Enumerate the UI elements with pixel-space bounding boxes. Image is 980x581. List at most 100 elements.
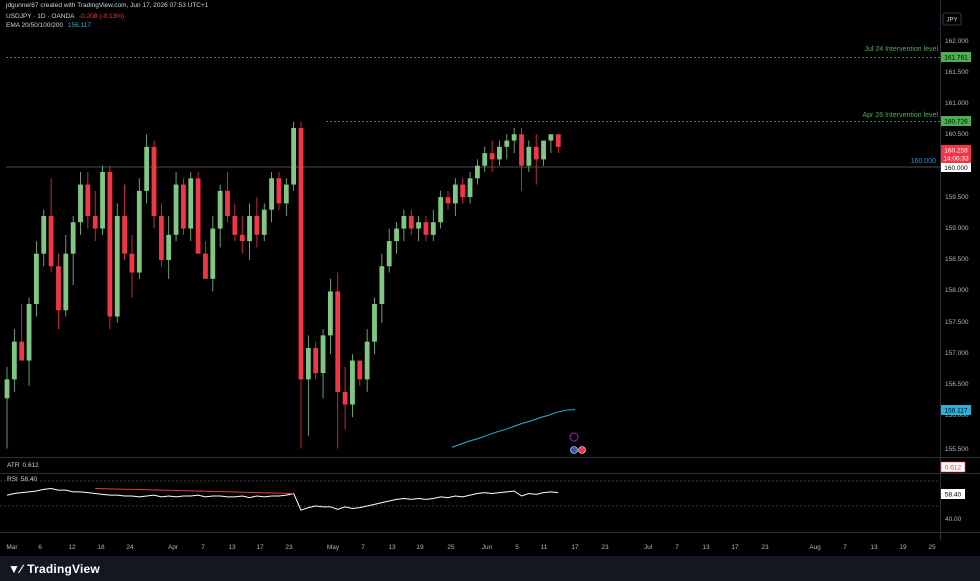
candle-body <box>78 184 83 223</box>
candle-body <box>210 228 216 279</box>
candle-body <box>85 184 91 216</box>
currency-label: JPY <box>946 18 957 24</box>
time-tick: 23 <box>285 544 293 551</box>
time-tick: 24 <box>126 544 134 551</box>
price-tick: 159.000 <box>945 225 969 232</box>
time-tick: 23 <box>601 544 609 551</box>
candle-body <box>386 241 392 267</box>
candle-body <box>19 341 25 361</box>
candle <box>136 178 142 279</box>
candle-body <box>526 146 532 166</box>
price-tick: 155.500 <box>945 446 969 453</box>
round-price-tag-text: 160.000 <box>944 165 968 172</box>
candle-body <box>269 178 274 210</box>
candle-body <box>291 127 297 185</box>
candle-body <box>467 178 473 198</box>
time-tick: 17 <box>731 544 739 551</box>
price-tick: 160.500 <box>945 131 969 138</box>
time-tick: 7 <box>361 544 365 551</box>
candle-body <box>114 215 120 317</box>
candle-body <box>335 291 341 392</box>
time-tick: 6 <box>38 544 42 551</box>
ema-legend: EMA 20/50/100/200 156.117 <box>6 22 91 29</box>
price-tick: 159.500 <box>945 194 969 201</box>
price-tick: 162.000 <box>945 38 969 45</box>
atr-tag-text: 0.612 <box>945 465 962 472</box>
time-tick: 13 <box>388 544 396 551</box>
candle-body <box>430 222 436 235</box>
candle <box>195 171 201 254</box>
time-tick: 23 <box>761 544 769 551</box>
symbol-name: USDJPY · 1D · OANDA <box>6 13 75 20</box>
candle-body <box>56 266 61 311</box>
candle-body <box>151 146 157 216</box>
candle <box>291 121 297 191</box>
candle-body <box>4 379 10 399</box>
time-tick: 25 <box>928 544 936 551</box>
time-tick: 17 <box>571 544 579 551</box>
candle-body <box>460 184 466 198</box>
candle-body <box>129 253 135 273</box>
jul24-intervention-label: Jul 24 Intervention level <box>864 46 938 53</box>
chart-root[interactable]: JPY 162.000 161.500 161.000 160.500 159.… <box>0 0 980 581</box>
candle-body <box>416 222 421 229</box>
time-tick: Jul <box>644 544 653 551</box>
ema-legend-value: 156.117 <box>67 22 91 29</box>
candle-body <box>497 146 502 160</box>
time-tick: 5 <box>515 544 519 551</box>
time-tick: 7 <box>843 544 847 551</box>
candle-body <box>519 134 524 166</box>
candle <box>181 178 186 235</box>
candle-body <box>92 215 98 229</box>
candle-body <box>283 184 289 204</box>
candle-body <box>158 215 164 260</box>
tradingview-logo[interactable]: ▼∕ TradingView <box>8 562 100 576</box>
candle-body <box>107 171 113 317</box>
candle-body <box>26 303 32 361</box>
round-160-label: 160.000 <box>911 158 936 165</box>
candle-body <box>475 165 480 179</box>
time-tick: 7 <box>201 544 205 551</box>
candle-body <box>276 178 282 204</box>
time-tick: Apr <box>168 544 179 551</box>
time-tick: 13 <box>870 544 878 551</box>
countdown-text: 14:06:33 <box>943 156 969 163</box>
time-tick: Aug <box>809 544 821 551</box>
candle-body <box>357 360 363 380</box>
candle-body <box>394 228 399 242</box>
candle-body <box>225 190 230 216</box>
rsi-tick-40: 40.00 <box>945 516 962 523</box>
candle-body <box>100 171 105 229</box>
tradingview-brand: TradingView <box>27 562 100 576</box>
candle-body <box>408 215 414 229</box>
time-tick: 11 <box>541 544 548 551</box>
candle-body <box>328 291 333 336</box>
symbol-line: USDJPY · 1D · OANDA -0.208 (-0.13%) <box>6 13 124 20</box>
time-tick: 25 <box>447 544 455 551</box>
candle-body <box>445 197 451 204</box>
candle-body <box>203 253 208 279</box>
event-flag-jp-icon[interactable] <box>578 446 586 454</box>
candle-body <box>438 197 444 223</box>
candle-body <box>504 140 510 147</box>
candle-body <box>166 234 172 260</box>
time-tick: 13 <box>702 544 710 551</box>
candle-body <box>379 266 385 304</box>
price-tick: 158.000 <box>945 287 969 294</box>
time-tick: 13 <box>228 544 236 551</box>
apr26-price-tag-text: 160.726 <box>944 119 968 126</box>
candle-body <box>181 184 186 229</box>
candle-body <box>195 178 201 254</box>
rsi-tag-text: 58.40 <box>945 492 962 499</box>
event-flag-us-icon[interactable] <box>570 446 578 454</box>
time-tick: 19 <box>416 544 424 551</box>
last-price-text: 160.258 <box>944 148 968 155</box>
tradingview-logo-icon: ▼∕ <box>8 562 23 576</box>
candle-body <box>11 341 17 380</box>
price-chart[interactable]: JPY 162.000 161.500 161.000 160.500 159.… <box>0 0 980 556</box>
candle-body <box>48 215 54 267</box>
candle-body <box>350 360 355 405</box>
candle <box>100 165 105 235</box>
candle-body <box>144 146 150 191</box>
candle-body <box>555 134 561 147</box>
